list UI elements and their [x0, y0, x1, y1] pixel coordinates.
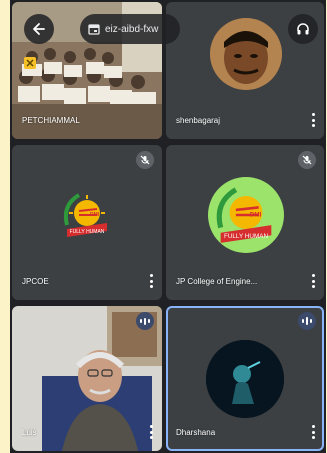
more-vert-icon[interactable] [310, 113, 316, 127]
logo-badge: DMI [90, 212, 100, 218]
more-vert-icon[interactable] [310, 274, 316, 288]
audio-level-icon [298, 312, 316, 330]
meeting-code: eiz-aibd-fxw [105, 23, 159, 35]
headphones-icon [297, 23, 309, 35]
audio-level-icon [136, 312, 154, 330]
more-vert-icon[interactable] [148, 274, 154, 288]
mic-off-icon [136, 151, 154, 169]
meeting-code-chip[interactable]: eiz-aibd-fxw [80, 14, 180, 44]
participant-name: Luis [22, 428, 37, 437]
avatar: FULLY HUMAN DMI [208, 177, 284, 253]
participant-tile-dharshana[interactable]: Dharshana [166, 306, 324, 451]
arrow-back-icon [33, 23, 45, 35]
meet-window: PETCHIAMMAL shenbagaraj eiz-aibd-fxw FUL… [10, 0, 326, 453]
participant-tile-jp-college[interactable]: FULLY HUMAN DMI JP College of Engine... [166, 145, 324, 300]
more-vert-icon[interactable] [310, 425, 316, 439]
mic-off-icon [298, 151, 316, 169]
logo-badge: DMI [250, 211, 262, 218]
participant-name: shenbagaraj [176, 116, 221, 125]
dmi-logo: FULLY HUMAN DMI [63, 193, 107, 237]
participant-name: JP College of Engine... [176, 277, 258, 286]
avatar [210, 18, 282, 90]
audio-output-button[interactable] [288, 14, 318, 44]
participant-name: PETCHIAMMAL [22, 116, 80, 125]
logo-caption: FULLY HUMAN [70, 229, 105, 235]
avatar [206, 340, 284, 418]
calendar-icon [88, 24, 100, 35]
more-vert-icon[interactable] [148, 425, 154, 439]
back-button[interactable] [24, 14, 54, 44]
participant-name: JPCOE [22, 277, 49, 286]
logo-caption: FULLY HUMAN [224, 233, 269, 240]
participant-name: Dharshana [176, 428, 216, 437]
participant-tile-jpcoe[interactable]: FULLY HUMAN DMI JPCOE [12, 145, 162, 300]
participant-tile-luis[interactable]: Luis [12, 306, 162, 451]
